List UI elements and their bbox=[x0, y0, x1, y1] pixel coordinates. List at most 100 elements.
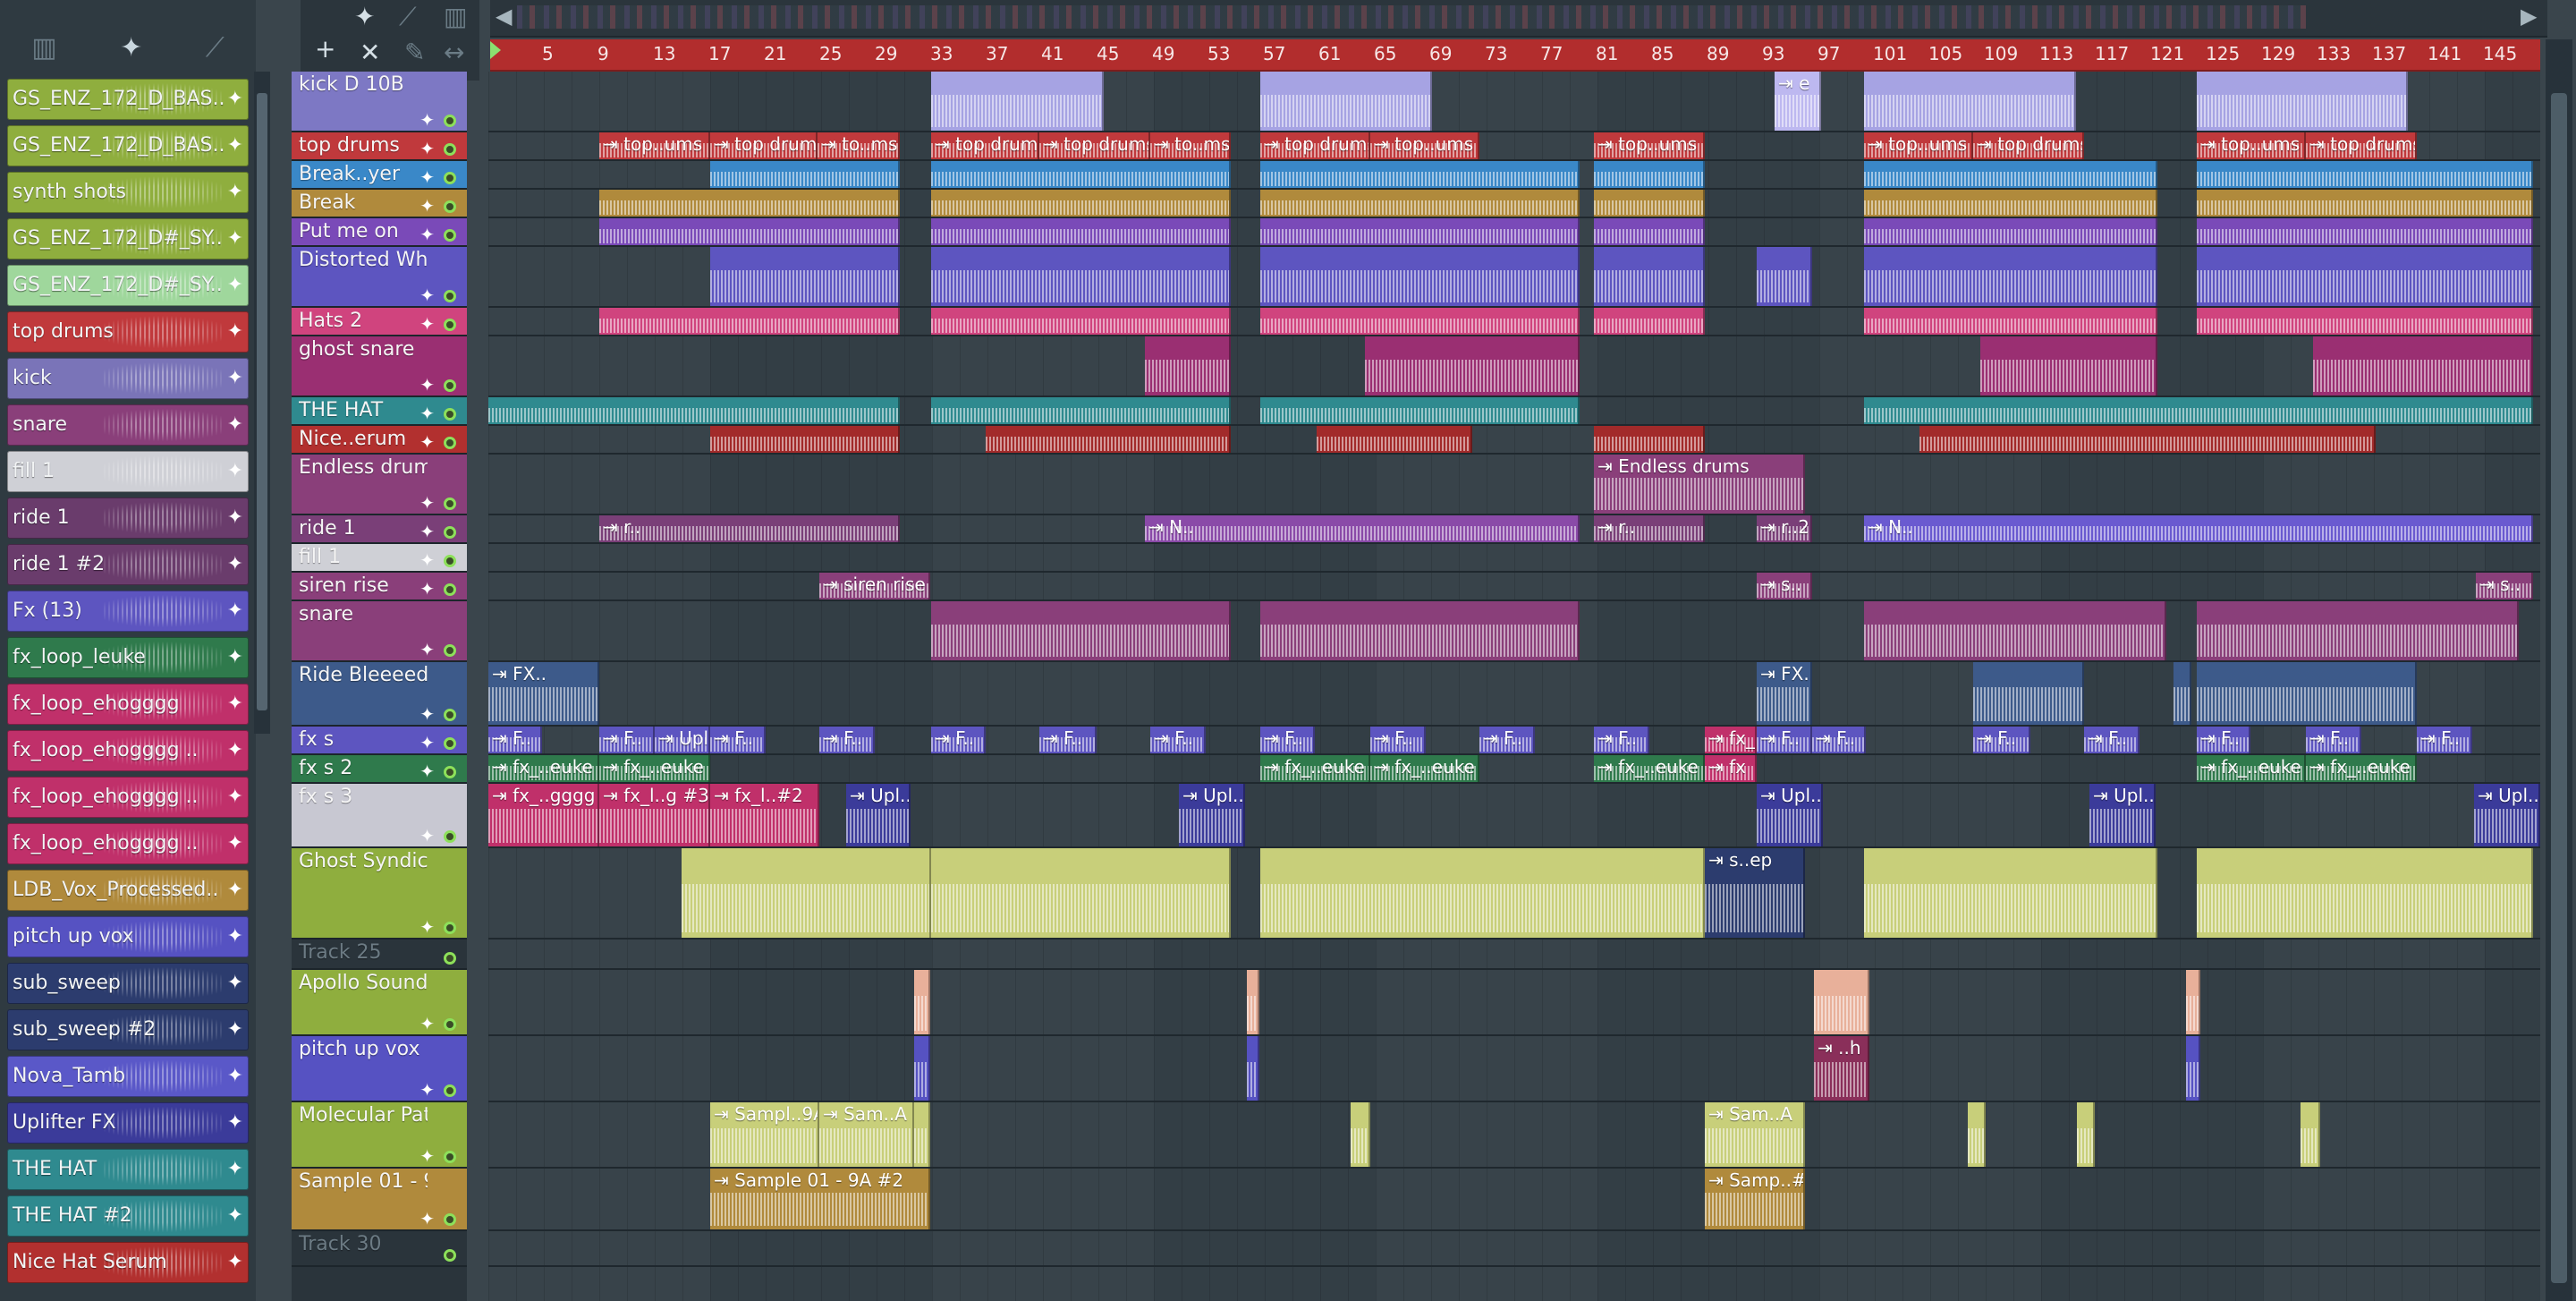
playlist-clip[interactable] bbox=[2174, 662, 2191, 725]
track-lane[interactable] bbox=[488, 601, 2540, 662]
playlist-clip[interactable] bbox=[2077, 1102, 2095, 1167]
playlist-clip[interactable] bbox=[2313, 336, 2533, 395]
playlist-clip[interactable]: ⇥ top..ums bbox=[1864, 132, 1973, 159]
playlist-clip[interactable] bbox=[1757, 247, 1812, 306]
track-lane[interactable]: ⇥ r.. ⇥ N.. ⇥ r.. ⇥ r..2 ⇥ N.. bbox=[488, 515, 2540, 544]
playlist-clip[interactable] bbox=[931, 848, 1231, 938]
playlist-clip[interactable]: ⇥ top..ums bbox=[599, 132, 710, 159]
playlist-clip[interactable]: ⇥ Sam..A bbox=[819, 1102, 914, 1167]
track-lane[interactable] bbox=[488, 970, 2540, 1036]
channel-item[interactable]: GS_ENZ_172_D_BAS.. ✦ bbox=[7, 125, 249, 166]
track-lane[interactable]: ⇥ Sample 01 - 9A #2 ⇥ Samp..#2 bbox=[488, 1169, 2540, 1231]
track-enable-toggle[interactable] bbox=[444, 737, 456, 750]
playlist-clip[interactable] bbox=[1594, 190, 1705, 217]
playlist-clip[interactable] bbox=[1864, 601, 2166, 660]
playlist-clip[interactable]: ⇥ top drums bbox=[931, 132, 1039, 159]
playlist-clip[interactable]: ⇥ F.. bbox=[2306, 727, 2361, 753]
track-lane[interactable]: ⇥ Sampl..9A ⇥ Sam..A ⇥ Sam..A bbox=[488, 1102, 2540, 1169]
track-lane[interactable]: ⇥ fx_..gggg ⇥ fx_l..g #3 ⇥ fx_l..#2 ⇥ Upl..… bbox=[488, 784, 2540, 848]
track-lane[interactable]: ⇥ siren rise ⇥ s.. ⇥ s.. bbox=[488, 573, 2540, 601]
track-enable-toggle[interactable] bbox=[444, 172, 456, 184]
audio-clip-tool-icon[interactable]: ✦ bbox=[354, 2, 375, 31]
playlist-clip[interactable] bbox=[931, 190, 1231, 217]
channel-item[interactable]: GS_ENZ_172_D#_SY.. ✦ bbox=[7, 218, 249, 259]
playlist-clip[interactable] bbox=[914, 970, 930, 1034]
playlist-clip[interactable] bbox=[1864, 190, 2157, 217]
track-lane[interactable] bbox=[488, 1231, 2540, 1267]
playlist-clip[interactable]: ⇥ fx_..euke bbox=[488, 755, 599, 782]
playlist-clip[interactable]: ⇥ fx_l..#2 bbox=[710, 784, 819, 846]
close-icon[interactable]: ✕ bbox=[360, 38, 380, 67]
piano-roll-icon[interactable]: ▥ bbox=[31, 32, 56, 64]
track-header[interactable]: Molecular Patreo.. ✦ bbox=[292, 1102, 467, 1169]
track-lane[interactable]: ⇥ s..ep bbox=[488, 848, 2540, 940]
channel-item[interactable]: pitch up vox ✦ bbox=[7, 916, 249, 957]
track-enable-toggle[interactable] bbox=[444, 408, 456, 421]
playlist-clip[interactable] bbox=[931, 218, 1231, 245]
playlist-clip[interactable]: ⇥ fx_..euke bbox=[599, 755, 710, 782]
playlist-clip[interactable] bbox=[2197, 218, 2533, 245]
track-lane[interactable]: ⇥ e bbox=[488, 72, 2540, 132]
playlist-clip[interactable] bbox=[1594, 247, 1705, 306]
track-header[interactable]: Ghost Syndicate -.. ✦ bbox=[292, 848, 467, 940]
playlist-clip[interactable] bbox=[2197, 601, 2519, 660]
playlist-clip[interactable]: ⇥ fx_l..g #4 bbox=[1705, 727, 1757, 753]
pattern-tool-icon[interactable]: ▥ bbox=[444, 2, 467, 31]
scroll-thumb[interactable] bbox=[257, 93, 267, 710]
track-lane[interactable]: ⇥ ..h bbox=[488, 1036, 2540, 1102]
playlist-clip[interactable] bbox=[1919, 426, 2376, 453]
playlist-clip[interactable]: ⇥ Sample 01 - 9A #2 bbox=[710, 1169, 930, 1229]
playlist-clip[interactable]: ⇥ Upl.. bbox=[2089, 784, 2156, 846]
playlist-clip[interactable] bbox=[1864, 848, 2157, 938]
playlist-clip[interactable]: ⇥ s.. bbox=[2476, 573, 2533, 599]
playlist-clip[interactable] bbox=[2301, 1102, 2320, 1167]
scroll-right-icon[interactable]: ▶ bbox=[2521, 4, 2537, 29]
channel-item[interactable]: fill 1 ✦ bbox=[7, 451, 249, 492]
playlist-clip[interactable] bbox=[2197, 848, 2533, 938]
playlist-clip[interactable] bbox=[488, 397, 900, 424]
track-lane[interactable] bbox=[488, 190, 2540, 218]
playlist-clip[interactable] bbox=[599, 190, 900, 217]
playlist-clip[interactable] bbox=[1145, 336, 1231, 395]
playlist-clip[interactable]: ⇥ F.. bbox=[599, 727, 655, 753]
channel-item[interactable]: Nova_Tamb ✦ bbox=[7, 1056, 249, 1097]
track-enable-toggle[interactable] bbox=[444, 437, 456, 449]
playlist-clip[interactable] bbox=[914, 1036, 930, 1101]
playlist-clip[interactable]: ⇥ Upl.. bbox=[1179, 784, 1245, 846]
playlist-clip[interactable]: ⇥ siren rise bbox=[819, 573, 930, 599]
track-header[interactable]: Break ✦ bbox=[292, 190, 467, 218]
playlist-clip[interactable]: ⇥ top..ums bbox=[1594, 132, 1705, 159]
track-enable-toggle[interactable] bbox=[444, 1151, 456, 1163]
playlist-clip[interactable] bbox=[1260, 247, 1580, 306]
track-header[interactable]: Track 30 bbox=[292, 1231, 467, 1267]
channel-item[interactable]: synth shots ✦ bbox=[7, 172, 249, 213]
track-header[interactable]: Break..yer ✦ bbox=[292, 161, 467, 190]
playlist-clip[interactable] bbox=[1247, 1036, 1259, 1101]
playlist-clip[interactable]: ⇥ F.. bbox=[1594, 727, 1649, 753]
channel-item[interactable]: GS_ENZ_172_D_BAS.. ✦ bbox=[7, 79, 249, 120]
channel-item[interactable]: fx_loop_ehogggg .. ✦ bbox=[7, 777, 249, 818]
channel-item[interactable]: fx_loop_ehogggg .. ✦ bbox=[7, 730, 249, 771]
playlist-clip[interactable]: ⇥ Sampl..9A bbox=[710, 1102, 819, 1167]
track-enable-toggle[interactable] bbox=[444, 555, 456, 567]
playlist-clip[interactable]: ⇥ Upl.. bbox=[2474, 784, 2540, 846]
playlist-clip[interactable]: ⇥ F.. bbox=[2084, 727, 2140, 753]
playlist-clip[interactable]: ⇥ r.. bbox=[1594, 515, 1705, 542]
playlist-clip[interactable]: ⇥ F.. bbox=[931, 727, 986, 753]
playlist-clip[interactable]: ⇥ fx_..euke bbox=[1594, 755, 1705, 782]
track-header[interactable]: fx s 2 ✦ bbox=[292, 755, 467, 784]
playlist-clip[interactable]: ⇥ Endless drums bbox=[1594, 455, 1805, 514]
browser-scrollbar[interactable] bbox=[254, 72, 270, 734]
track-enable-toggle[interactable] bbox=[444, 319, 456, 331]
playlist-clip[interactable] bbox=[931, 397, 1231, 424]
playlist-clip[interactable] bbox=[1594, 308, 1705, 335]
slide-icon[interactable]: ↔ bbox=[444, 38, 464, 67]
playlist-clip[interactable] bbox=[1260, 397, 1580, 424]
track-enable-toggle[interactable] bbox=[444, 526, 456, 539]
playlist-clip[interactable]: ⇥ r..2 bbox=[1757, 515, 1812, 542]
playlist-clip[interactable] bbox=[1594, 161, 1705, 188]
playlist-clip[interactable] bbox=[710, 247, 900, 306]
playlist-clip[interactable]: ⇥ Sam..A bbox=[1705, 1102, 1805, 1167]
playlist-clip[interactable] bbox=[1260, 218, 1580, 245]
playlist-clip[interactable] bbox=[1351, 1102, 1370, 1167]
